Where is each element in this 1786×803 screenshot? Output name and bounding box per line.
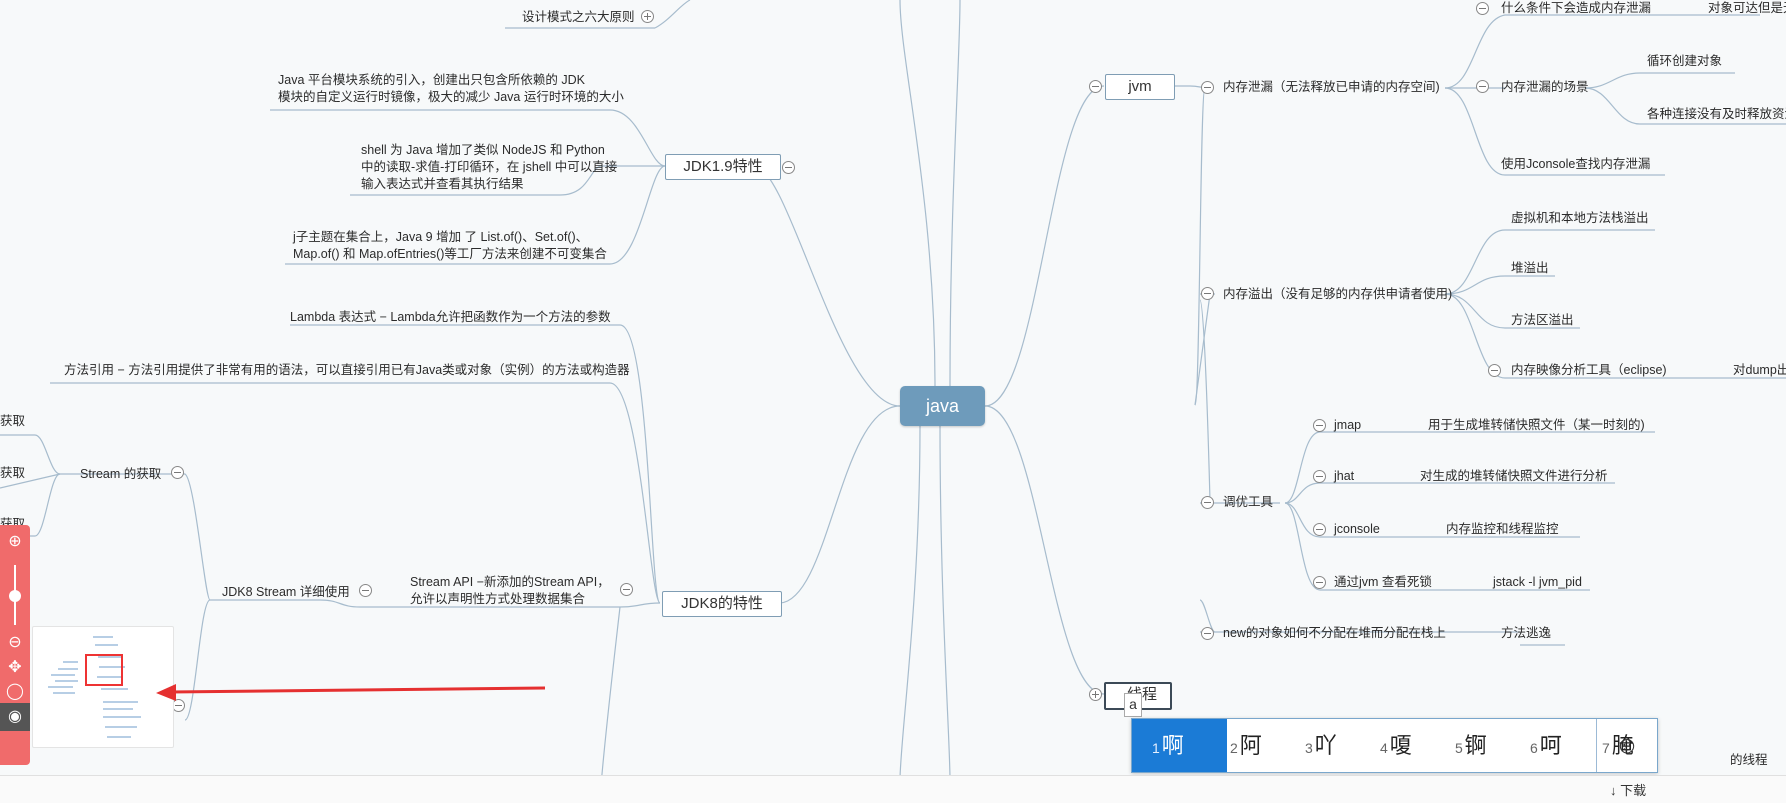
jdk8-method-reference[interactable]: 方法引用 − 方法引用提供了非常有用的语法，可以直接引用已有Java类或对象（实… bbox=[64, 362, 630, 379]
ime-candidate-2[interactable]: 2阿 bbox=[1230, 719, 1262, 772]
collapse-toggle-icon[interactable] bbox=[1313, 419, 1326, 432]
zoom-out-icon[interactable]: ⊖ bbox=[6, 634, 24, 652]
collapse-toggle-icon[interactable] bbox=[782, 161, 795, 174]
jdk19-item-jshell[interactable]: shell 为 Java 增加了类似 NodeJS 和 Python 中的读取-… bbox=[361, 142, 617, 193]
tool-deadlock[interactable]: 通过jvm 查看死锁 bbox=[1334, 574, 1432, 591]
partial-node[interactable]: 获取 bbox=[0, 413, 25, 430]
jdk8-stream-usage[interactable]: JDK8 Stream 详细使用 bbox=[222, 584, 350, 601]
leak-cause-node[interactable]: 什么条件下会造成内存泄漏 bbox=[1501, 0, 1651, 17]
collapse-toggle-icon[interactable] bbox=[1201, 496, 1214, 509]
thread-partial: 的线程 bbox=[1730, 753, 1768, 767]
stream-get-node[interactable]: Stream 的获取 bbox=[80, 466, 161, 483]
jdk19-item-modules[interactable]: Java 平台模块系统的引入，创建出只包含所依赖的 JDK 模块的自定义运行时镜… bbox=[278, 72, 624, 106]
zoom-slider-knob[interactable] bbox=[9, 590, 21, 602]
expand-toggle-icon[interactable] bbox=[1089, 688, 1102, 701]
tool-deadlock-desc[interactable]: jstack -l jvm_pid bbox=[1493, 574, 1582, 591]
minimap-viewport[interactable] bbox=[85, 654, 123, 686]
stack-alloc-detail[interactable]: 方法逃逸 bbox=[1501, 625, 1551, 642]
download-button[interactable]: ↓ 下载 bbox=[1610, 780, 1646, 799]
collapse-toggle-icon[interactable] bbox=[1476, 2, 1489, 15]
leak-scene-loop[interactable]: 循环创建对象 bbox=[1647, 53, 1722, 70]
tool-jmap-desc[interactable]: 用于生成堆转储快照文件（某一时刻的) bbox=[1428, 417, 1645, 434]
collapse-toggle-icon[interactable] bbox=[1201, 287, 1214, 300]
tool-jhat[interactable]: jhat bbox=[1334, 468, 1354, 485]
jdk19-item-collections[interactable]: j子主题在集合上，Java 9 增加 了 List.of()、Set.of()、… bbox=[293, 229, 607, 263]
jdk8-node[interactable]: JDK8的特性 bbox=[662, 591, 782, 617]
overflow-analysis-detail[interactable]: 对dump出 bbox=[1733, 362, 1786, 379]
collapse-toggle-icon[interactable] bbox=[1313, 470, 1326, 483]
overflow-analysis-node[interactable]: 内存映像分析工具（eclipse) bbox=[1511, 362, 1667, 379]
overflow-stack[interactable]: 虚拟机和本地方法栈溢出 bbox=[1511, 210, 1649, 227]
collapse-toggle-icon[interactable] bbox=[1313, 523, 1326, 536]
download-icon: ↓ bbox=[1610, 783, 1621, 798]
fit-view-icon[interactable]: ◯ bbox=[6, 683, 24, 701]
leak-scenes-node[interactable]: 内存泄漏的场景 bbox=[1501, 79, 1589, 96]
zoom-in-icon[interactable]: ⊕ bbox=[6, 533, 24, 551]
tool-jconsole[interactable]: jconsole bbox=[1334, 521, 1380, 538]
collapse-toggle-icon[interactable] bbox=[171, 466, 184, 479]
ime-candidate-5[interactable]: 5锕 bbox=[1455, 719, 1487, 772]
leak-scene-connections[interactable]: 各种连接没有及时释放资源 bbox=[1647, 106, 1786, 123]
memory-leak-node[interactable]: 内存泄漏（无法释放已申请的内存空间) bbox=[1223, 79, 1440, 96]
jdk8-lambda[interactable]: Lambda 表达式 − Lambda允许把函数作为一个方法的参数 bbox=[290, 309, 611, 326]
collapse-toggle-icon[interactable] bbox=[1201, 627, 1214, 640]
memory-overflow-node[interactable]: 内存溢出（没有足够的内存供申请者使用) bbox=[1223, 286, 1452, 303]
collapse-toggle-icon[interactable] bbox=[1201, 81, 1214, 94]
collapse-toggle-icon[interactable] bbox=[620, 583, 633, 596]
ime-composition: a bbox=[1124, 693, 1142, 717]
eye-icon[interactable]: ◉ bbox=[6, 708, 24, 726]
collapse-toggle-icon[interactable] bbox=[1488, 364, 1501, 377]
stack-alloc-node[interactable]: new的对象如何不分配在堆而分配在栈上 bbox=[1223, 625, 1446, 642]
collapse-toggle-icon[interactable] bbox=[1313, 576, 1326, 589]
emoji-icon[interactable]: ☺ bbox=[1596, 719, 1657, 772]
jvm-node[interactable]: jvm bbox=[1105, 74, 1175, 100]
design-principles-node[interactable]: 设计模式之六大原则 bbox=[522, 9, 635, 26]
leak-cause-detail[interactable]: 对象可达但是无 bbox=[1708, 0, 1786, 17]
annotation-arrow bbox=[156, 684, 546, 701]
ime-candidate-bar[interactable]: 1啊 2阿 3吖 4嗄 5锕 6呵 7腌 ☺ bbox=[1131, 718, 1658, 773]
collapse-toggle-icon[interactable] bbox=[1476, 80, 1489, 93]
jdk19-node[interactable]: JDK1.9特性 bbox=[665, 154, 781, 180]
tool-jhat-desc[interactable]: 对生成的堆转储快照文件进行分析 bbox=[1420, 468, 1608, 485]
expand-toggle-icon[interactable] bbox=[641, 10, 654, 23]
tool-jconsole-desc[interactable]: 内存监控和线程监控 bbox=[1446, 521, 1559, 538]
collapse-toggle-icon[interactable] bbox=[1089, 80, 1102, 93]
root-node[interactable]: java bbox=[900, 386, 985, 426]
ime-candidate-3[interactable]: 3吖 bbox=[1305, 719, 1337, 772]
collapse-toggle-icon[interactable] bbox=[359, 584, 372, 597]
bottom-toolbar bbox=[0, 775, 1786, 803]
move-icon[interactable]: ✥ bbox=[6, 659, 24, 677]
overflow-method-area[interactable]: 方法区溢出 bbox=[1511, 312, 1574, 329]
leak-jconsole-node[interactable]: 使用Jconsole查找内存泄漏 bbox=[1501, 156, 1650, 173]
tuning-tools-node[interactable]: 调优工具 bbox=[1223, 494, 1273, 511]
ime-candidate-4[interactable]: 4嗄 bbox=[1380, 719, 1412, 772]
overflow-heap[interactable]: 堆溢出 bbox=[1511, 260, 1549, 277]
ime-candidate-1[interactable]: 1啊 bbox=[1132, 719, 1227, 772]
ime-candidate-6[interactable]: 6呵 bbox=[1530, 719, 1562, 772]
partial-node[interactable]: 获取 bbox=[0, 465, 25, 482]
tool-jmap[interactable]: jmap bbox=[1334, 417, 1361, 434]
jdk8-stream-api[interactable]: Stream API −新添加的Stream API， 允许以声明性方式处理数据… bbox=[410, 574, 610, 608]
